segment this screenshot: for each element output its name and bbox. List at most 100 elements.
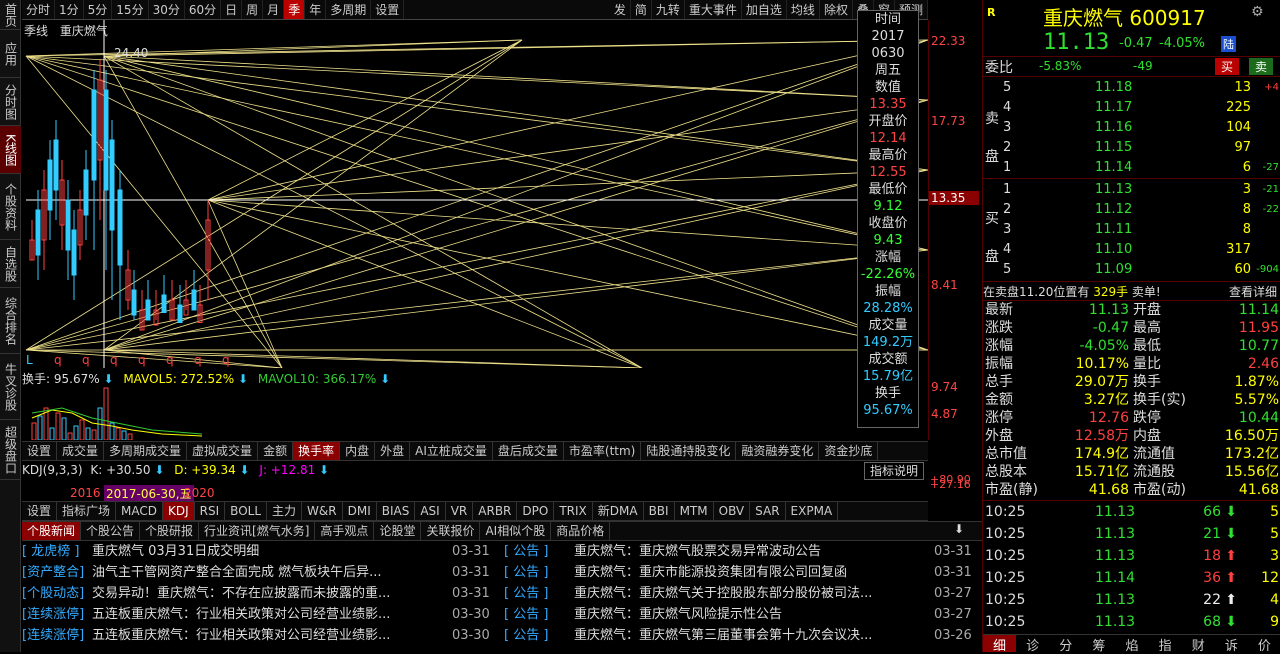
notice-title-link[interactable]: 重庆燃气：重庆燃气股票交易异常波动公告 bbox=[574, 541, 934, 562]
ind-tab-12[interactable]: ARBR bbox=[473, 502, 518, 520]
ind-tab-13[interactable]: DPO bbox=[517, 502, 555, 520]
toolbar-btn-1[interactable]: 简 bbox=[631, 0, 652, 19]
news-tab-7[interactable]: AI相似个股 bbox=[480, 522, 552, 540]
ind-tab-10[interactable]: ASI bbox=[415, 502, 446, 520]
vol-tab-3[interactable]: 虚拟成交量 bbox=[187, 442, 259, 460]
period-tab-12[interactable]: 设置 bbox=[371, 0, 405, 19]
news-title-link[interactable]: 重庆燃气 03月31日成交明细 bbox=[92, 541, 452, 562]
vol-tab-7[interactable]: 外盘 bbox=[375, 442, 411, 460]
ind-tab-18[interactable]: OBV bbox=[714, 502, 751, 520]
ind-tab-4[interactable]: RSI bbox=[195, 502, 226, 520]
ind-tab-14[interactable]: TRIX bbox=[554, 502, 593, 520]
period-tab-11[interactable]: 多周期 bbox=[326, 0, 372, 19]
detail-tab-6[interactable]: 财 bbox=[1182, 635, 1215, 654]
toolbar-btn-6[interactable]: 除权 bbox=[820, 0, 853, 19]
sidebar-item-0[interactable]: 首页 bbox=[0, 0, 21, 30]
toolbar-btn-0[interactable]: 发 bbox=[610, 0, 631, 19]
ind-tab-17[interactable]: MTM bbox=[675, 502, 714, 520]
period-tab-5[interactable]: 60分 bbox=[185, 0, 222, 19]
news-tab-3[interactable]: 行业资讯[燃气水务] bbox=[199, 522, 316, 540]
buy-button[interactable]: 买 bbox=[1215, 58, 1240, 75]
news-tab-0[interactable]: 个股新闻 bbox=[22, 522, 82, 540]
news-title-link[interactable]: 交易异动！重庆燃气：不存在应披露而未披露的重... bbox=[92, 583, 452, 604]
detail-tab-2[interactable]: 分 bbox=[1049, 635, 1082, 654]
period-tab-10[interactable]: 年 bbox=[305, 0, 327, 19]
period-tab-3[interactable]: 15分 bbox=[112, 0, 149, 19]
news-title-link[interactable]: 五连板重庆燃气：行业相关政策对公司经营业绩影... bbox=[92, 625, 452, 646]
vol-tab-10[interactable]: 市盈率(ttm) bbox=[564, 442, 642, 460]
vol-tab-9[interactable]: 盘后成交量 bbox=[493, 442, 564, 460]
ind-tab-8[interactable]: DMI bbox=[343, 502, 377, 520]
turnover-panel[interactable]: 换手: 95.67% ⬇ MAVOL5: 272.52% ⬇ MAVOL10: … bbox=[22, 368, 928, 441]
vol-tab-4[interactable]: 金额 bbox=[258, 442, 294, 460]
ind-tab-11[interactable]: VR bbox=[446, 502, 474, 520]
sell-button[interactable]: 卖 bbox=[1249, 58, 1274, 75]
ind-tab-1[interactable]: 指标广场 bbox=[57, 502, 117, 520]
detail-tab-4[interactable]: 焰 bbox=[1115, 635, 1148, 654]
detail-tab-0[interactable]: 细 bbox=[983, 635, 1017, 654]
news-title-link[interactable]: 油气主干管网资产整合全面完成 燃气板块午后异... bbox=[92, 562, 452, 583]
notice-title-link[interactable]: 重庆燃气：重庆燃气关于控股股东部分股份被司法... bbox=[574, 583, 934, 604]
news-tab-2[interactable]: 个股研报 bbox=[140, 522, 200, 540]
toolbar-btn-4[interactable]: 加自选 bbox=[742, 0, 787, 19]
news-tab-6[interactable]: 关联报价 bbox=[421, 522, 481, 540]
sidebar-item-7[interactable]: 牛叉诊股 bbox=[0, 354, 21, 420]
ind-tab-3[interactable]: KDJ bbox=[163, 502, 195, 520]
detail-tab-8[interactable]: 价 bbox=[1248, 635, 1280, 654]
kdj-panel[interactable]: KDJ(9,3,3) K: +30.50 ⬇ D: +39.34 ⬇ J: +1… bbox=[22, 461, 971, 502]
vol-tab-2[interactable]: 多周期成交量 bbox=[104, 442, 188, 460]
ind-tab-19[interactable]: SAR bbox=[750, 502, 786, 520]
ind-tab-6[interactable]: 主力 bbox=[267, 502, 303, 520]
detail-tab-1[interactable]: 诊 bbox=[1016, 635, 1049, 654]
vol-tab-8[interactable]: AI立桩成交量 bbox=[410, 442, 493, 460]
toolbar-btn-3[interactable]: 重大事件 bbox=[685, 0, 742, 19]
notice-title-link[interactable]: 重庆燃气：重庆市能源投资集团有限公司回复函 bbox=[574, 562, 934, 583]
ind-tab-15[interactable]: 新DMA bbox=[593, 502, 644, 520]
sidebar-item-5[interactable]: 自选股 bbox=[0, 240, 21, 288]
period-tab-0[interactable]: 分时 bbox=[22, 0, 56, 19]
ind-tab-7[interactable]: W&R bbox=[302, 502, 343, 520]
toolbar-btn-5[interactable]: 均线 bbox=[787, 0, 820, 19]
news-tab-1[interactable]: 个股公告 bbox=[81, 522, 141, 540]
detail-tab-5[interactable]: 指 bbox=[1149, 635, 1182, 654]
vol-tab-6[interactable]: 内盘 bbox=[340, 442, 376, 460]
news-tab-8[interactable]: 商品价格 bbox=[551, 522, 611, 540]
period-tab-4[interactable]: 30分 bbox=[149, 0, 185, 19]
ind-tab-16[interactable]: BBI bbox=[644, 502, 675, 520]
period-tab-1[interactable]: 1分 bbox=[55, 0, 84, 19]
sidebar-item-6[interactable]: 综合排名 bbox=[0, 288, 21, 354]
ind-tab-20[interactable]: EXPMA bbox=[786, 502, 839, 520]
indicator-help-button[interactable]: 指标说明 bbox=[864, 462, 925, 480]
notice-title-link[interactable]: 重庆燃气：重庆燃气第三届董事会第十九次会议决... bbox=[574, 625, 934, 646]
period-tab-6[interactable]: 日 bbox=[221, 0, 243, 19]
ind-tab-0[interactable]: 设置 bbox=[22, 502, 58, 520]
period-tab-9[interactable]: 季 bbox=[284, 0, 306, 19]
ind-tab-5[interactable]: BOLL bbox=[225, 502, 268, 520]
news-tab-4[interactable]: 高手观点 bbox=[315, 522, 375, 540]
vol-tab-0[interactable]: 设置 bbox=[22, 442, 58, 460]
sidebar-item-8[interactable]: 超级盘口 bbox=[0, 420, 21, 480]
period-tab-7[interactable]: 周 bbox=[242, 0, 264, 19]
vol-tab-11[interactable]: 陆股通持股变化 bbox=[641, 442, 737, 460]
period-tab-2[interactable]: 5分 bbox=[84, 0, 113, 19]
detail-tab-3[interactable]: 筹 bbox=[1082, 635, 1115, 654]
vol-tab-5[interactable]: 换手率 bbox=[293, 442, 341, 460]
notice-title-link[interactable]: 重庆燃气：重庆燃气风险提示性公告 bbox=[574, 604, 934, 625]
download-icon[interactable]: ⬇ bbox=[954, 522, 964, 536]
ind-tab-2[interactable]: MACD bbox=[116, 502, 164, 520]
detail-tab-7[interactable]: 诉 bbox=[1215, 635, 1248, 654]
news-title-link[interactable]: 五连板重庆燃气：行业相关政策对公司经营业绩影... bbox=[92, 604, 452, 625]
sidebar-item-1[interactable]: 应用 bbox=[0, 30, 21, 78]
news-tab-5[interactable]: 论股堂 bbox=[374, 522, 422, 540]
gear-icon[interactable]: ⚙ bbox=[1251, 4, 1264, 20]
vol-tab-13[interactable]: 资金抄底 bbox=[819, 442, 879, 460]
sidebar-item-3[interactable]: K线图 bbox=[0, 126, 21, 174]
toolbar-btn-2[interactable]: 九转 bbox=[652, 0, 685, 19]
vol-tab-1[interactable]: 成交量 bbox=[57, 442, 105, 460]
sidebar-item-2[interactable]: 分时图 bbox=[0, 78, 21, 126]
kline-chart[interactable]: Lq q q q q q q 季线 重庆燃气 24.40 bbox=[22, 20, 929, 369]
ind-tab-9[interactable]: BIAS bbox=[377, 502, 416, 520]
period-tab-8[interactable]: 月 bbox=[263, 0, 285, 19]
sidebar-item-4[interactable]: 个股资料 bbox=[0, 174, 21, 240]
vol-tab-12[interactable]: 融资融券变化 bbox=[736, 442, 820, 460]
